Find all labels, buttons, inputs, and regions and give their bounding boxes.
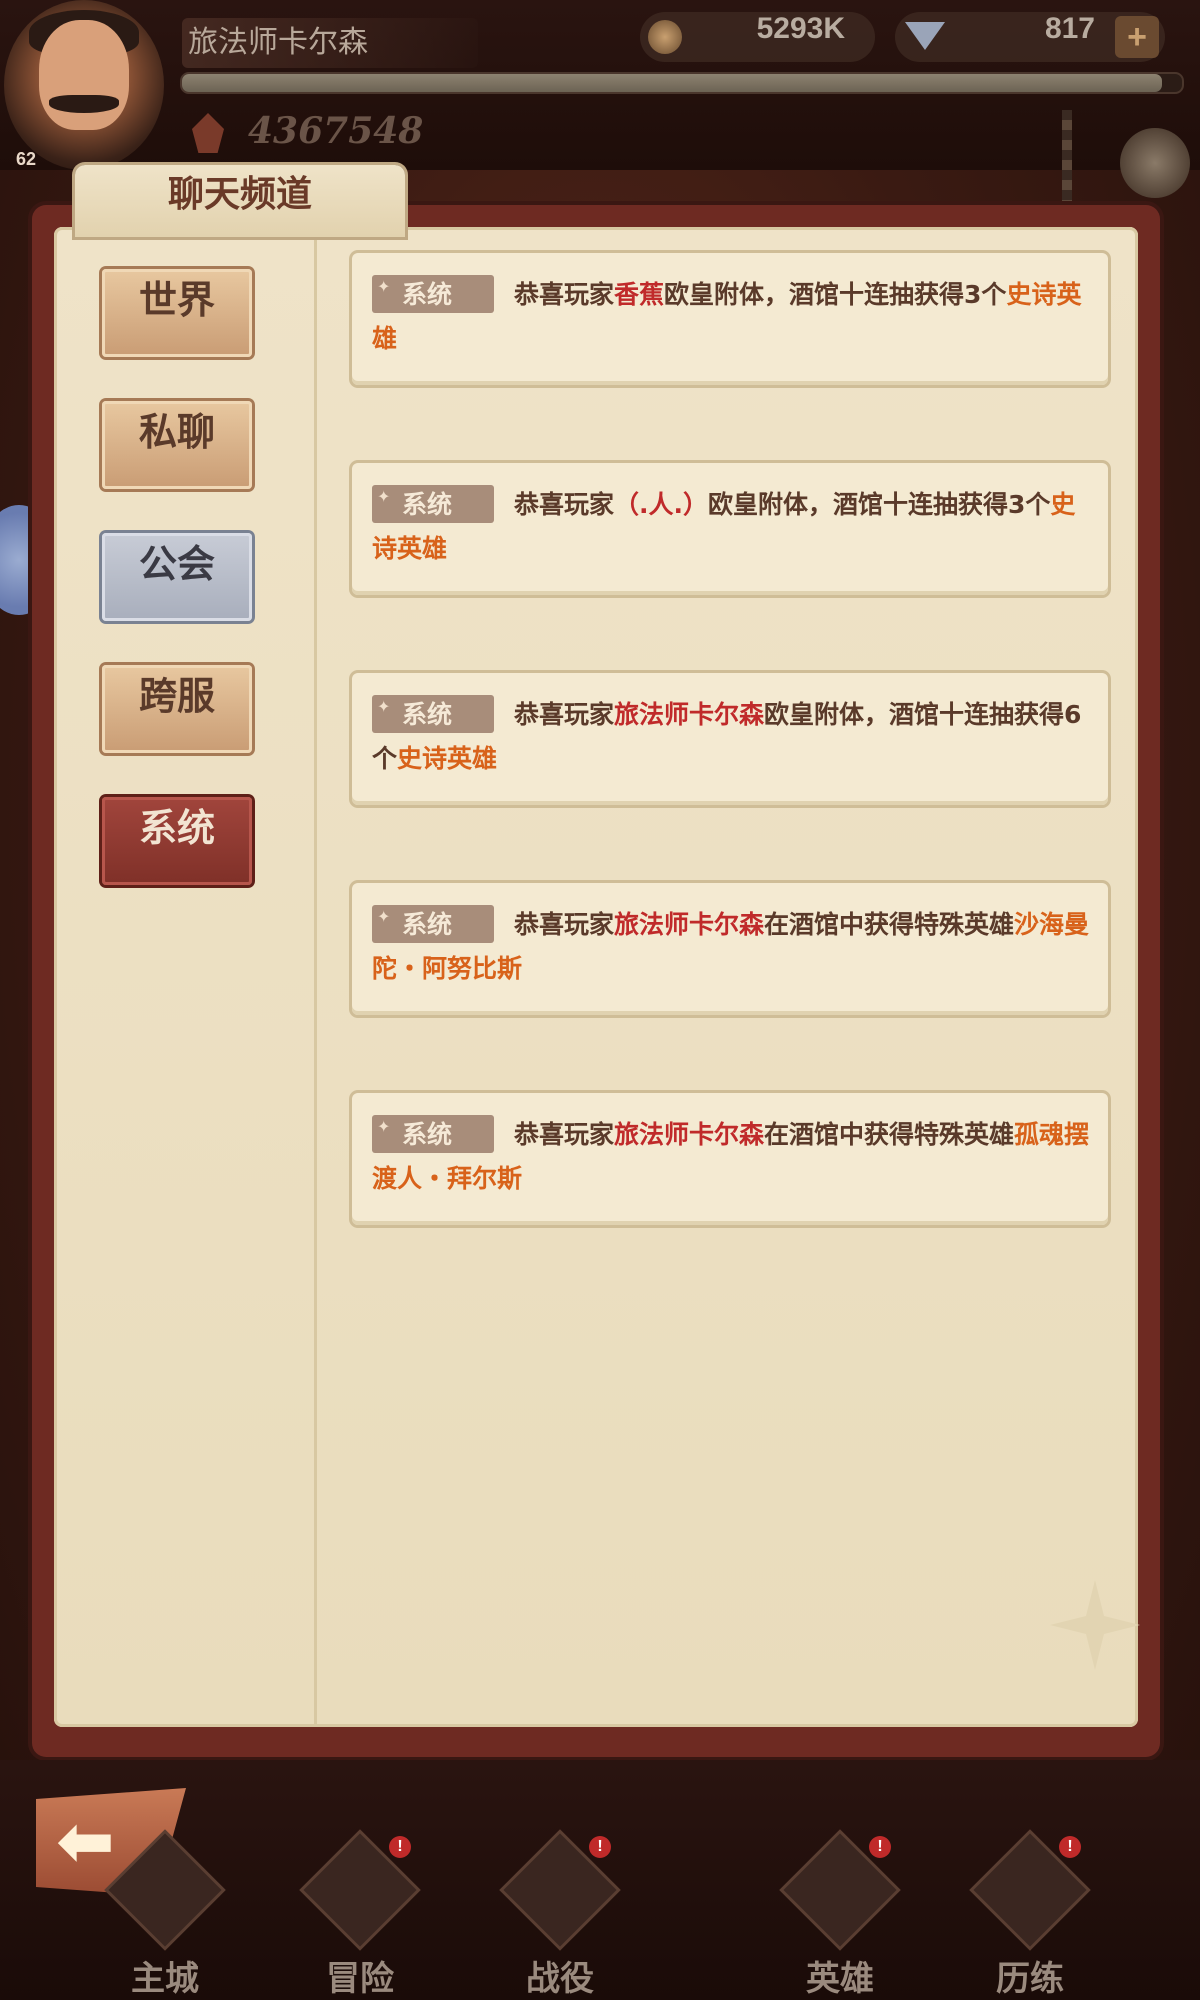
alert-dot: ! [869,1836,891,1858]
avatar-face [39,20,129,130]
message-prefix: 恭喜玩家 [514,1120,615,1149]
nav-label: 英雄 [806,1959,874,1999]
message-prefix: 恭喜玩家 [514,280,615,309]
player-name-link[interactable]: （.人.） [614,490,708,519]
message-prefix: 恭喜玩家 [514,910,615,939]
coin-icon [648,20,682,54]
nav-adventure[interactable]: ! 冒险 [285,1833,435,2000]
message-card: ✦ 系统 恭喜玩家（.人.）欧皇附体，酒馆十连抽获得3个史诗英雄 [352,463,1108,595]
nav-campaign[interactable]: ! 战役 [485,1833,635,2000]
message-card: ✦ 系统 恭喜玩家旅法师卡尔森欧皇附体，酒馆十连抽获得6个史诗英雄 [352,673,1108,805]
tab-cross-server[interactable]: 跨服 [102,665,252,753]
message-prefix: 恭喜玩家 [514,490,615,519]
nav-label: 历练 [996,1959,1064,1999]
player-name: 旅法师卡尔森 [182,18,478,68]
chain-decoration [1062,110,1072,205]
owl-icon[interactable] [1120,128,1190,198]
panel-title-tab: 聊天频道 [75,165,405,237]
player-name-link[interactable]: 旅法师卡尔森 [614,700,764,729]
avatar-mustache [49,95,119,113]
message-text: 恭喜玩家香蕉欧皇附体，酒馆十连抽获得3个史诗英雄 [372,273,1092,361]
message-prefix: 恭喜玩家 [514,700,615,729]
message-card: ✦ 系统 恭喜玩家香蕉欧皇附体，酒馆十连抽获得3个史诗英雄 [352,253,1108,385]
alert-dot: ! [589,1836,611,1858]
player-name-link[interactable]: 旅法师卡尔森 [614,910,764,939]
nav-label: 主城 [131,1959,199,1999]
gem-counter[interactable]: 817 + [895,12,1165,62]
chat-panel: 世界 私聊 公会 跨服 系统 ✦ 系统 恭喜玩家香蕉欧皇附体，酒馆十连抽获得3个… [32,205,1160,1757]
message-body: 欧皇附体，酒馆十连抽获得3个 [708,490,1051,519]
add-gems-button[interactable]: + [1115,16,1159,58]
tab-world[interactable]: 世界 [102,269,252,357]
gem-value: 817 [1044,12,1095,45]
exp-bar-fill [182,74,1162,92]
player-name-link[interactable]: 旅法师卡尔森 [614,1120,764,1149]
message-body: 在酒馆中获得特殊英雄 [764,1120,1015,1149]
nav-heroes[interactable]: ! 英雄 [765,1833,915,2000]
player-name-link[interactable]: 香蕉 [614,280,664,309]
alert-dot: ! [1059,1836,1081,1858]
power-value: 4367548 [248,110,424,152]
message-text: 恭喜玩家旅法师卡尔森欧皇附体，酒馆十连抽获得6个史诗英雄 [372,693,1092,781]
alert-dot: ! [389,1836,411,1858]
nav-training[interactable]: ! 历练 [955,1833,1105,2000]
hero-name-link[interactable]: 史诗英雄 [397,744,497,773]
player-level: 62 [15,149,37,169]
coin-counter[interactable]: 5293K [640,12,875,62]
coin-value: 5293K [756,12,845,45]
channel-sidebar: 世界 私聊 公会 跨服 系统 [54,227,317,1727]
power-icon [192,113,224,153]
diamond-icon [905,22,945,50]
top-hud: 62 旅法师卡尔森 5293K 817 + 4367548 [0,0,1200,170]
message-body: 在酒馆中获得特殊英雄 [764,910,1015,939]
message-card: ✦ 系统 恭喜玩家旅法师卡尔森在酒馆中获得特殊英雄孤魂摆渡人・拜尔斯 [352,1093,1108,1225]
message-body: 欧皇附体，酒馆十连抽获得3个 [664,280,1007,309]
tab-system[interactable]: 系统 [102,797,252,885]
nav-main-city[interactable]: 主城 [90,1833,240,2000]
nav-label: 战役 [526,1959,594,1999]
message-text: 恭喜玩家旅法师卡尔森在酒馆中获得特殊英雄沙海曼陀・阿努比斯 [372,903,1092,991]
exp-bar [180,72,1184,94]
tab-private[interactable]: 私聊 [102,401,252,489]
message-text: 恭喜玩家旅法师卡尔森在酒馆中获得特殊英雄孤魂摆渡人・拜尔斯 [372,1113,1092,1201]
main-city-icon [108,1833,222,1947]
message-card: ✦ 系统 恭喜玩家旅法师卡尔森在酒馆中获得特殊英雄沙海曼陀・阿努比斯 [352,883,1108,1015]
message-text: 恭喜玩家（.人.）欧皇附体，酒馆十连抽获得3个史诗英雄 [372,483,1092,571]
nav-label: 冒险 [326,1959,394,1999]
tab-guild[interactable]: 公会 [102,533,252,621]
panel-title: 聊天频道 [167,174,312,215]
